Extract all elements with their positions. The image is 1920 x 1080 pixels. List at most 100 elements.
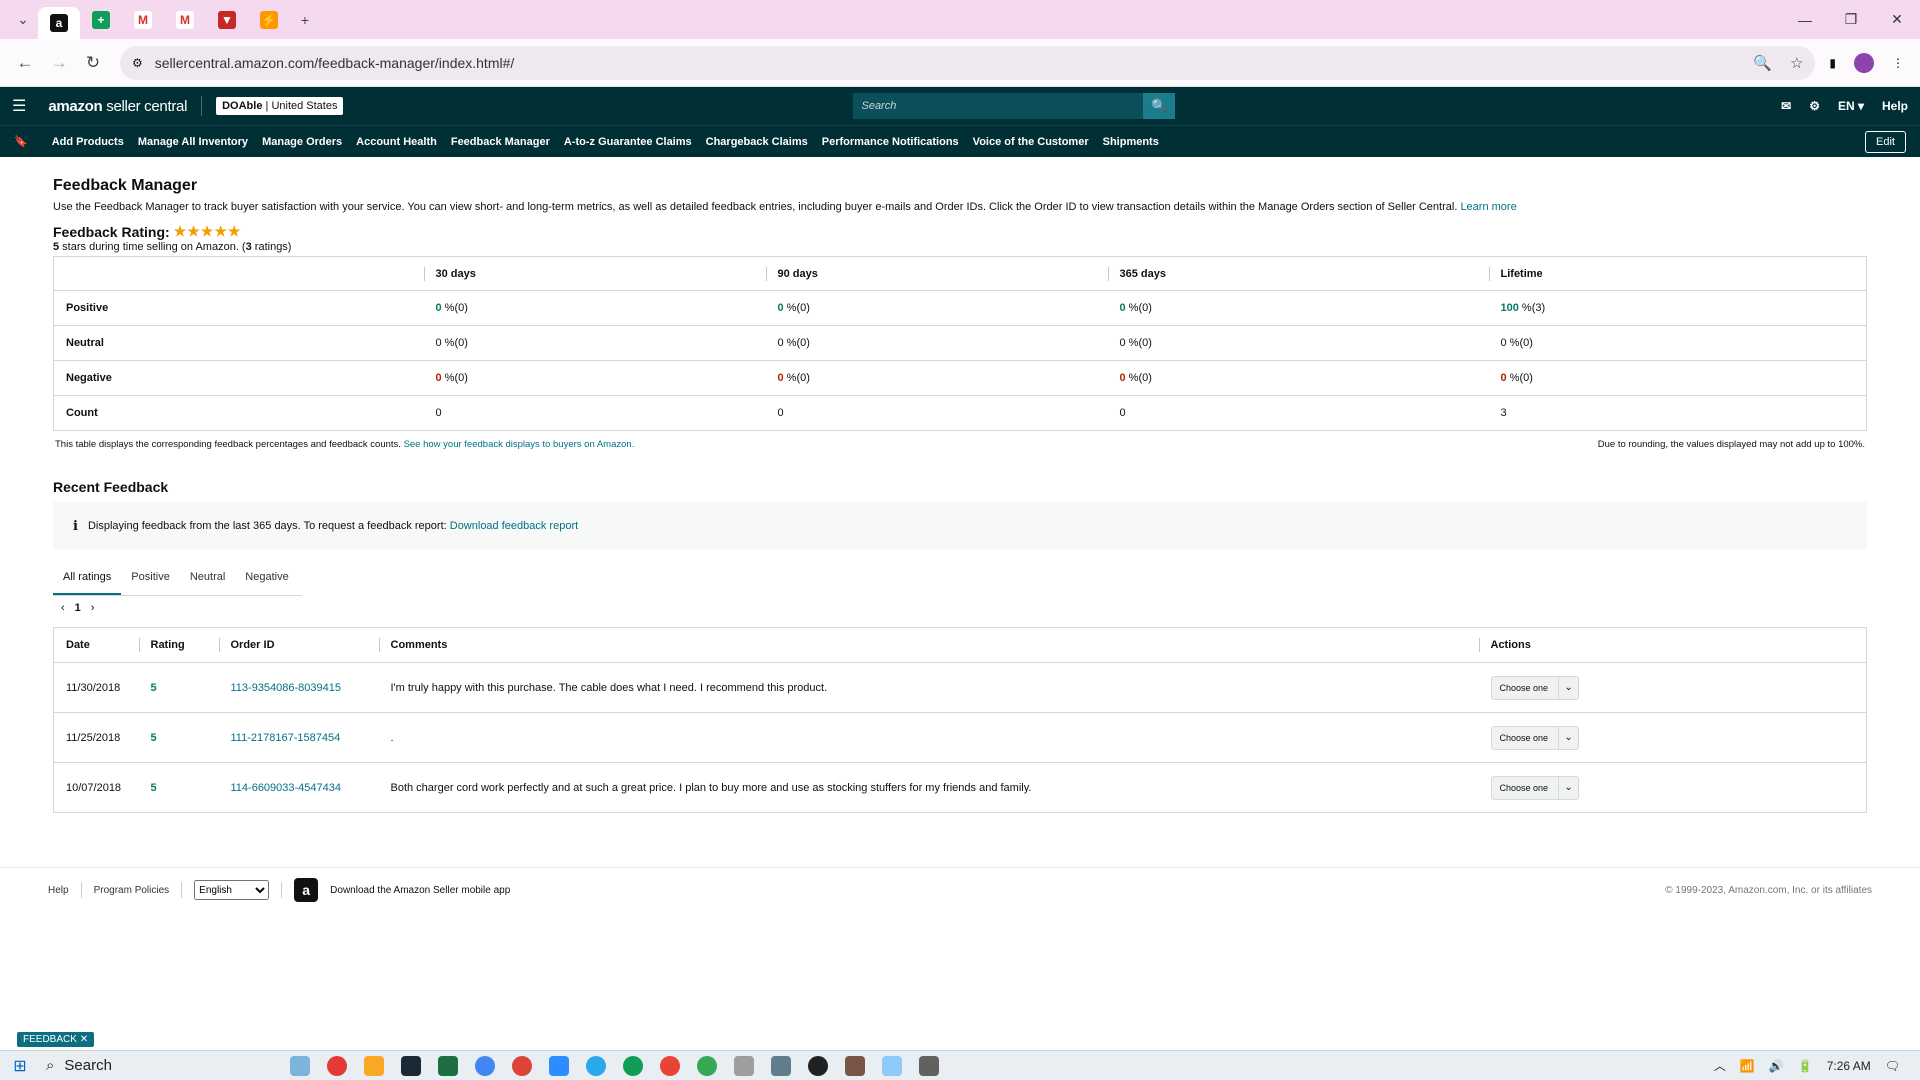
footer-language-select[interactable]: English (194, 880, 270, 900)
action-dropdown[interactable]: Choose one ⌄ (1490, 775, 1580, 800)
nav-voice-of-customer[interactable]: Voice of the Customer (973, 136, 1089, 148)
nav-manage-orders[interactable]: Manage Orders (262, 136, 342, 148)
clock[interactable]: 7:26 AM (1827, 1059, 1871, 1073)
action-dropdown[interactable]: Choose one ⌄ (1490, 725, 1580, 750)
side-panel-icon[interactable]: ▮ (1829, 56, 1836, 70)
close-window-icon[interactable]: ✕ (1874, 0, 1920, 39)
chrome-icon[interactable] (623, 1055, 643, 1076)
settings-icon[interactable] (919, 1055, 939, 1076)
telegram-icon[interactable] (586, 1055, 606, 1076)
app-icon[interactable] (734, 1055, 754, 1076)
order-id-link[interactable]: 113-9354086-8039415 (231, 682, 342, 694)
battery-icon[interactable]: 🔋 (1798, 1059, 1813, 1073)
profile-avatar[interactable] (1854, 52, 1874, 73)
chevron-down-icon[interactable]: ⌄ (1558, 726, 1578, 749)
learn-more-link[interactable]: Learn more (1460, 201, 1516, 213)
steam-icon[interactable] (401, 1055, 421, 1076)
account-switcher[interactable]: DOAble | United States (216, 97, 344, 115)
tab-negative[interactable]: Negative (235, 561, 298, 595)
nav-feedback-manager[interactable]: Feedback Manager (451, 136, 550, 148)
url-text[interactable]: sellercentral.amazon.com/feedback-manage… (155, 55, 515, 71)
bookmark-star-icon[interactable]: ☆ (1790, 54, 1803, 72)
close-icon[interactable]: ✕ (80, 1034, 88, 1045)
search-input[interactable] (853, 93, 1144, 119)
nav-performance-notifications[interactable]: Performance Notifications (822, 136, 959, 148)
language-select[interactable]: EN ▾ (1838, 99, 1864, 113)
amazon-seller-central-logo[interactable]: amazon seller central (48, 98, 187, 115)
feedback-display-link[interactable]: See how your feedback displays to buyers… (404, 439, 635, 450)
volume-icon[interactable]: 🔊 (1769, 1059, 1784, 1073)
edit-nav-button[interactable]: Edit (1865, 130, 1906, 153)
back-icon[interactable]: ← (10, 48, 40, 78)
search-icon[interactable]: 🔍 (1143, 93, 1176, 119)
folder-icon[interactable] (364, 1055, 384, 1076)
gear-icon[interactable]: ⚙ (1809, 99, 1820, 113)
program-policies-link[interactable]: Program Policies (94, 885, 170, 896)
app-icon[interactable] (808, 1055, 828, 1076)
calculator-icon[interactable] (771, 1055, 791, 1076)
widget-icon[interactable] (290, 1055, 310, 1076)
browser-menu-icon[interactable]: ⋮ (1892, 56, 1904, 70)
feedback-rating-heading: Feedback Rating: ★★★★★ (53, 223, 1867, 240)
new-tab-button[interactable]: + (290, 5, 320, 35)
download-app-link[interactable]: Download the Amazon Seller mobile app (330, 885, 510, 896)
nav-add-products[interactable]: Add Products (52, 136, 124, 148)
app-icon[interactable] (845, 1055, 865, 1076)
omnibox[interactable]: ⚙ sellercentral.amazon.com/feedback-mana… (120, 45, 1816, 80)
chevron-down-icon[interactable]: ⌄ (1558, 776, 1578, 799)
seller-central-header: ☰ amazon seller central DOAble | United … (0, 87, 1920, 125)
hamburger-menu-icon[interactable]: ☰ (12, 96, 26, 116)
zoom-icon[interactable] (549, 1055, 569, 1076)
feedback-tab[interactable]: FEEDBACK ✕ (17, 1032, 95, 1047)
metrics-cell: 100 %(3) (1488, 290, 1867, 326)
nav-a-to-z-claims[interactable]: A-to-z Guarantee Claims (564, 136, 692, 148)
reload-icon[interactable]: ↻ (78, 48, 108, 78)
windows-start-icon[interactable]: ⊞ (0, 1056, 40, 1076)
chrome-icon[interactable] (660, 1055, 680, 1076)
taskbar-search[interactable]: ⌕ Search (40, 1053, 250, 1079)
tab-app-1[interactable]: ▼ (206, 4, 248, 36)
nav-chargeback-claims[interactable]: Chargeback Claims (706, 136, 808, 148)
nav-manage-all-inventory[interactable]: Manage All Inventory (138, 136, 248, 148)
order-id-link[interactable]: 114-6609033-4547434 (231, 782, 342, 794)
tab-search-chevron-icon[interactable]: ⌄ (8, 5, 38, 35)
metrics-row-label: Positive (53, 290, 424, 326)
chrome-icon[interactable] (512, 1055, 532, 1076)
tab-neutral[interactable]: Neutral (180, 561, 235, 595)
tab-amazon[interactable]: a (38, 7, 80, 39)
chrome-icon[interactable] (697, 1055, 717, 1076)
tab-gmail-1[interactable]: M (122, 4, 164, 36)
download-report-link[interactable]: Download feedback report (450, 520, 578, 532)
order-id-link[interactable]: 111-2178167-1587454 (231, 732, 341, 744)
tab-all-ratings[interactable]: All ratings (53, 561, 122, 595)
tab-app-2[interactable]: ⚡ (248, 4, 290, 36)
prev-page-icon[interactable]: ‹ (61, 602, 65, 614)
nav-shipments[interactable]: Shipments (1103, 136, 1159, 148)
amazon-app-icon[interactable]: a (294, 878, 319, 902)
tray-chevron-icon[interactable]: ︿ (1714, 1057, 1726, 1074)
page-number[interactable]: 1 (75, 602, 81, 614)
zoom-icon[interactable]: 🔍 (1753, 54, 1772, 72)
chevron-down-icon[interactable]: ⌄ (1558, 676, 1578, 699)
tab-sheets[interactable]: + (80, 4, 122, 36)
info-icon: i (73, 518, 78, 534)
excel-icon[interactable] (438, 1055, 458, 1076)
action-dropdown[interactable]: Choose one ⌄ (1490, 675, 1580, 700)
notepad-icon[interactable] (882, 1055, 902, 1076)
help-link[interactable]: Help (1882, 99, 1908, 113)
next-page-icon[interactable]: › (91, 602, 95, 614)
footer-help-link[interactable]: Help (48, 885, 69, 896)
forward-icon[interactable]: → (44, 48, 74, 78)
nav-account-health[interactable]: Account Health (356, 136, 437, 148)
chrome-icon[interactable] (475, 1055, 495, 1076)
minimize-icon[interactable]: — (1782, 0, 1828, 39)
tab-gmail-2[interactable]: M (164, 4, 206, 36)
site-settings-icon[interactable]: ⚙ (132, 56, 143, 70)
app-icon[interactable] (327, 1055, 347, 1076)
restore-icon[interactable]: ❐ (1828, 0, 1874, 39)
tab-positive[interactable]: Positive (121, 561, 180, 595)
notification-icon[interactable]: 🗨 (1885, 1059, 1900, 1073)
wifi-icon[interactable]: 📶 (1740, 1059, 1755, 1073)
bookmark-icon[interactable]: 🔖 (14, 135, 28, 148)
mail-icon[interactable]: ✉ (1781, 99, 1791, 113)
